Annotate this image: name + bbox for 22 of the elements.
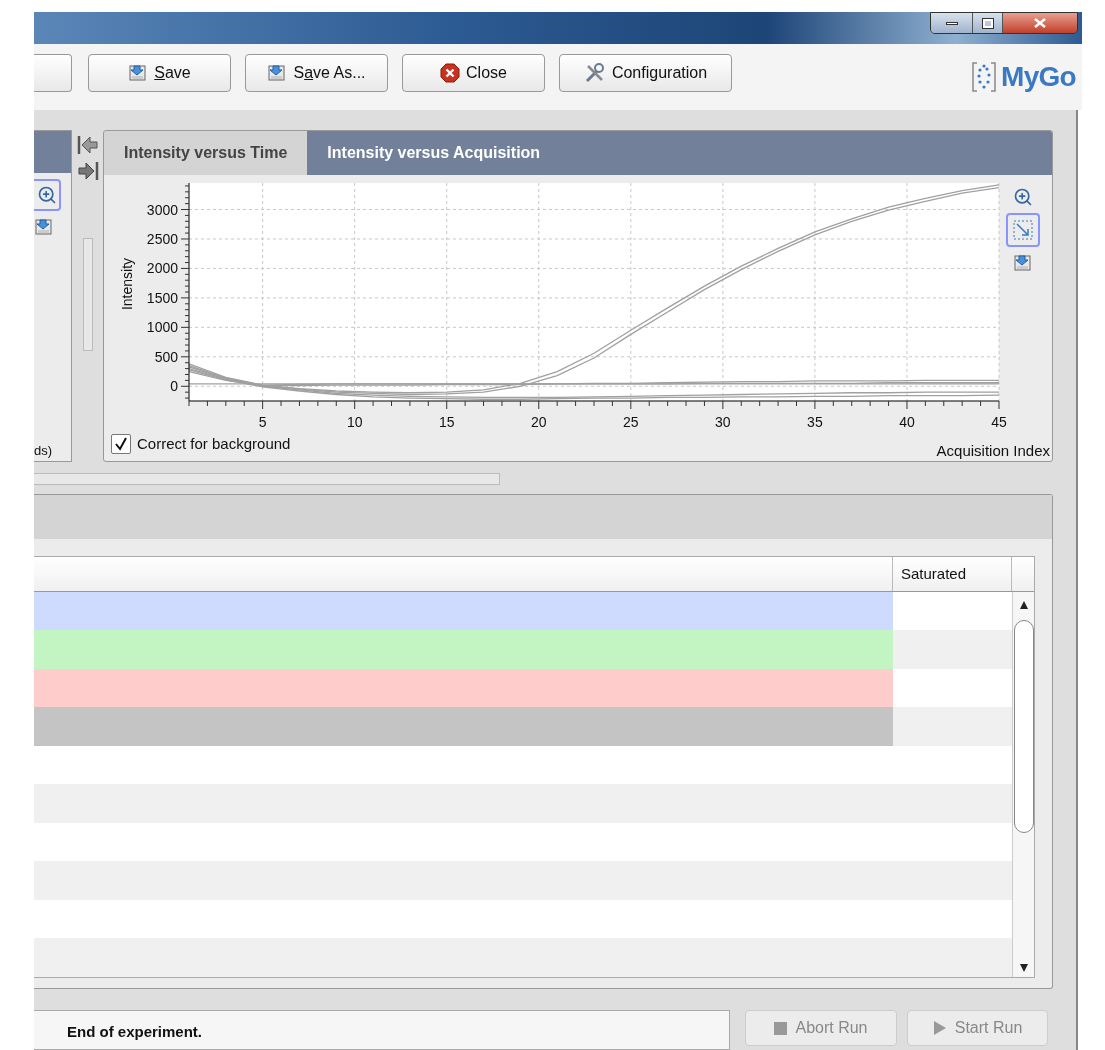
tick-label: 5 <box>258 414 267 430</box>
panel-caption: ds) <box>34 443 54 460</box>
logo-text: MyGo <box>1001 60 1076 94</box>
tick-label: 3000 <box>146 201 178 218</box>
tick-label: 35 <box>807 414 823 430</box>
tick-label: 0 <box>170 378 178 395</box>
tick-label: 40 <box>899 414 915 430</box>
tick-label: 10 <box>346 414 363 430</box>
tick-label: 30 <box>715 414 731 430</box>
tick-label: 1000 <box>146 319 178 336</box>
tick-label: 500 <box>154 348 178 365</box>
axis-title: Intensity <box>119 257 135 311</box>
tick-label: 25 <box>623 414 639 430</box>
checkbox-label: Correct for background <box>137 434 291 454</box>
status-field: End of experiment. <box>34 1010 730 1050</box>
tick-label: 20 <box>531 414 547 430</box>
axis-title: Acquisition Index <box>936 441 1050 461</box>
tick-label: 15 <box>438 414 455 430</box>
tick-label: 1500 <box>146 289 178 306</box>
tick-label: 2000 <box>146 260 178 277</box>
tick-label: 2500 <box>146 230 178 247</box>
tick-label: 45 <box>991 414 1007 430</box>
